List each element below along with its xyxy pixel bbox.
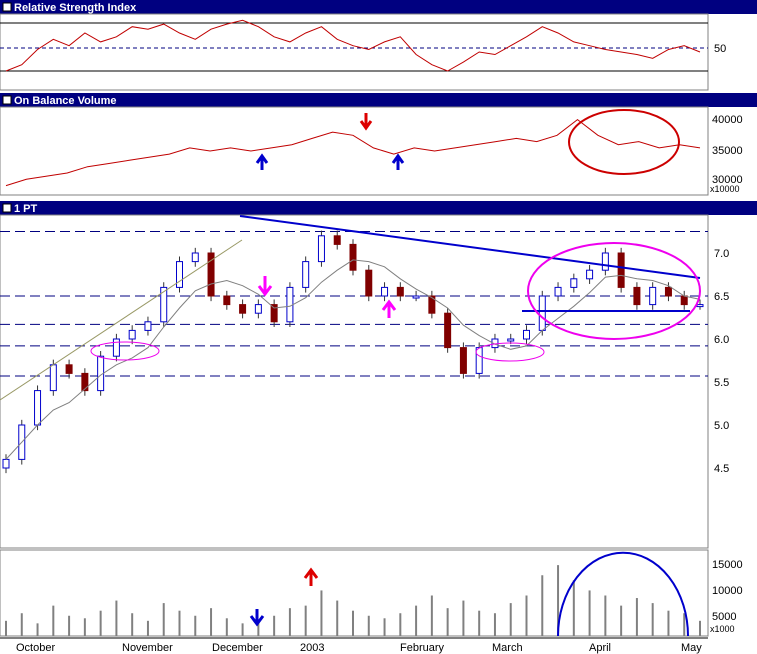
price-title: 1 PT bbox=[14, 203, 38, 215]
candle-body bbox=[333, 235, 341, 245]
vol-tick-1: 15000 bbox=[712, 559, 743, 571]
candle-body bbox=[412, 295, 420, 299]
candle-body bbox=[317, 235, 325, 263]
obv-title: On Balance Volume bbox=[14, 95, 117, 107]
candle-body bbox=[49, 364, 57, 392]
candle-body bbox=[444, 312, 452, 349]
x-label-2003: 2003 bbox=[300, 642, 324, 654]
candle-body bbox=[554, 286, 562, 297]
rsi-collapse-icon[interactable] bbox=[2, 2, 12, 12]
x-label-february: February bbox=[400, 642, 445, 654]
candle-body bbox=[239, 304, 247, 314]
price-tick-5: 4.5 bbox=[714, 463, 729, 475]
candle-body bbox=[254, 304, 262, 314]
candle-body bbox=[223, 295, 231, 306]
x-label-november: November bbox=[122, 642, 173, 654]
rsi-plot-area bbox=[0, 13, 709, 91]
candle-body bbox=[586, 269, 594, 280]
candle-body bbox=[65, 364, 73, 374]
rsi-title: Relative Strength Index bbox=[14, 2, 137, 14]
candle-body bbox=[396, 286, 404, 297]
candle-body bbox=[302, 261, 310, 288]
candle-body bbox=[112, 338, 120, 357]
candle-body bbox=[664, 286, 672, 297]
x-label-december: December bbox=[212, 642, 263, 654]
candle-body bbox=[365, 269, 373, 297]
price-collapse-icon[interactable] bbox=[2, 203, 12, 213]
candle-body bbox=[570, 278, 578, 288]
price-tick-3: 5.5 bbox=[714, 377, 729, 389]
obv-multiplier: x10000 bbox=[710, 184, 740, 194]
vol-tick-3: 5000 bbox=[712, 611, 736, 623]
candle-body bbox=[128, 329, 136, 340]
candle-body bbox=[633, 286, 641, 306]
price-tick-4: 5.0 bbox=[714, 420, 729, 432]
price-tick-1: 6.5 bbox=[714, 291, 729, 303]
candle-body bbox=[601, 252, 609, 271]
x-label-may: May bbox=[681, 642, 702, 654]
candle-body bbox=[34, 390, 42, 426]
candle-body bbox=[191, 252, 199, 263]
candle-body bbox=[176, 261, 183, 288]
price-tick-0: 7.0 bbox=[714, 248, 729, 260]
candle-body bbox=[381, 286, 389, 297]
x-label-april: April bbox=[589, 642, 611, 654]
candle-body bbox=[696, 304, 704, 308]
candle-body bbox=[81, 372, 89, 392]
x-label-october: October bbox=[16, 642, 55, 654]
candle-body bbox=[349, 243, 357, 271]
vol-tick-2: 10000 bbox=[712, 585, 743, 597]
obv-plot-area bbox=[0, 106, 709, 196]
candle-body bbox=[649, 286, 657, 306]
candle-body bbox=[507, 338, 515, 342]
price-title-bar bbox=[0, 201, 757, 215]
candle-body bbox=[459, 347, 467, 374]
obv-tick-2: 35000 bbox=[712, 145, 743, 157]
volume-panel: 15000 10000 5000 x1000 bbox=[0, 549, 743, 637]
candle-body bbox=[475, 347, 483, 374]
candle-body bbox=[538, 295, 546, 331]
obv-collapse-icon[interactable] bbox=[2, 95, 12, 105]
x-label-march: March bbox=[492, 642, 523, 654]
candle-body bbox=[144, 321, 152, 331]
vol-multiplier: x1000 bbox=[710, 624, 735, 634]
candle-body bbox=[680, 295, 688, 306]
obv-panel: On Balance Volume 40000 35000 30000 x100… bbox=[0, 93, 757, 196]
rsi-tick-label: 50 bbox=[714, 43, 726, 55]
candle-body bbox=[270, 304, 278, 323]
rsi-panel: Relative Strength Index 50 bbox=[0, 0, 757, 91]
obv-tick-1: 40000 bbox=[712, 114, 743, 126]
price-panel: 1 PT 7.0 6.5 6.0 5.5 5.0 4.5 bbox=[0, 201, 757, 549]
candle-body bbox=[2, 458, 10, 469]
candle-body bbox=[523, 329, 530, 340]
stock-chart: Relative Strength Index 50 On Balance Vo… bbox=[0, 0, 757, 654]
candle-body bbox=[617, 252, 625, 288]
price-tick-2: 6.0 bbox=[714, 334, 729, 346]
